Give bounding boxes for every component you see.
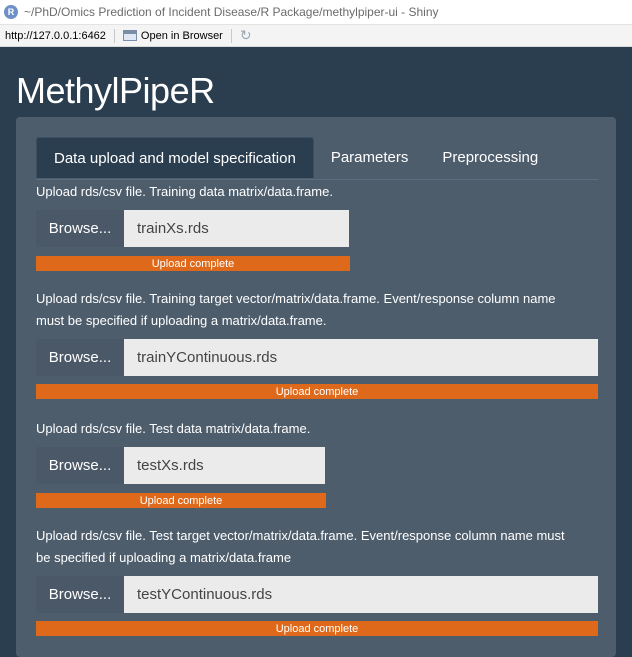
upload-train-x-label: Upload rds/csv file. Training data matri… bbox=[36, 181, 333, 203]
label-line: Upload rds/csv file. Training target vec… bbox=[36, 291, 556, 306]
label-line: Upload rds/csv file. Training data matri… bbox=[36, 184, 333, 199]
upload-test-y-label: Upload rds/csv file. Test target vector/… bbox=[36, 525, 565, 569]
open-in-browser-label: Open in Browser bbox=[140, 29, 223, 42]
filename-field[interactable]: trainYContinuous.rds bbox=[124, 339, 598, 376]
window-titlebar: R ~/PhD/Omics Prediction of Incident Dis… bbox=[0, 0, 632, 25]
r-logo-icon: R bbox=[4, 5, 18, 19]
browse-button[interactable]: Browse... bbox=[36, 339, 124, 376]
upload-test-x-input: Browse... testXs.rds bbox=[36, 447, 325, 484]
browse-button[interactable]: Browse... bbox=[36, 210, 124, 247]
browse-button[interactable]: Browse... bbox=[36, 576, 124, 613]
upload-train-y-label: Upload rds/csv file. Training target vec… bbox=[36, 288, 556, 332]
tab-data-upload[interactable]: Data upload and model specification bbox=[36, 137, 314, 178]
upload-progress-bar: Upload complete bbox=[36, 256, 350, 271]
filename-field[interactable]: testXs.rds bbox=[124, 447, 325, 484]
filename-field[interactable]: trainXs.rds bbox=[124, 210, 349, 247]
toolbar-divider bbox=[230, 28, 232, 43]
viewer-toolbar: http://127.0.0.1:6462 Open in Browser ↻ bbox=[0, 25, 632, 47]
browse-button[interactable]: Browse... bbox=[36, 447, 124, 484]
tab-parameters[interactable]: Parameters bbox=[314, 137, 426, 178]
upload-progress-bar: Upload complete bbox=[36, 493, 326, 508]
browser-window-icon bbox=[122, 30, 137, 41]
upload-train-y-input: Browse... trainYContinuous.rds bbox=[36, 339, 598, 376]
window-title: ~/PhD/Omics Prediction of Incident Disea… bbox=[24, 5, 439, 19]
open-in-browser-button[interactable]: Open in Browser bbox=[122, 29, 223, 42]
label-line: be specified if uploading a matrix/data.… bbox=[36, 550, 292, 565]
toolbar-divider bbox=[113, 28, 115, 43]
app-title: MethylPipeR bbox=[16, 70, 215, 111]
upload-train-x-input: Browse... trainXs.rds bbox=[36, 210, 349, 247]
upload-test-x-label: Upload rds/csv file. Test data matrix/da… bbox=[36, 418, 310, 440]
upload-progress-bar: Upload complete bbox=[36, 621, 598, 636]
label-line: Upload rds/csv file. Test target vector/… bbox=[36, 528, 565, 543]
label-line: must be specified if uploading a matrix/… bbox=[36, 313, 327, 328]
upload-progress-bar: Upload complete bbox=[36, 384, 598, 399]
tab-bar: Data upload and model specification Para… bbox=[36, 137, 598, 180]
filename-field[interactable]: testYContinuous.rds bbox=[124, 576, 598, 613]
url-display: http://127.0.0.1:6462 bbox=[5, 29, 106, 42]
upload-test-y-input: Browse... testYContinuous.rds bbox=[36, 576, 598, 613]
refresh-icon[interactable]: ↻ bbox=[240, 27, 252, 44]
tab-preprocessing[interactable]: Preprocessing bbox=[425, 137, 555, 178]
label-line: Upload rds/csv file. Test data matrix/da… bbox=[36, 421, 311, 436]
